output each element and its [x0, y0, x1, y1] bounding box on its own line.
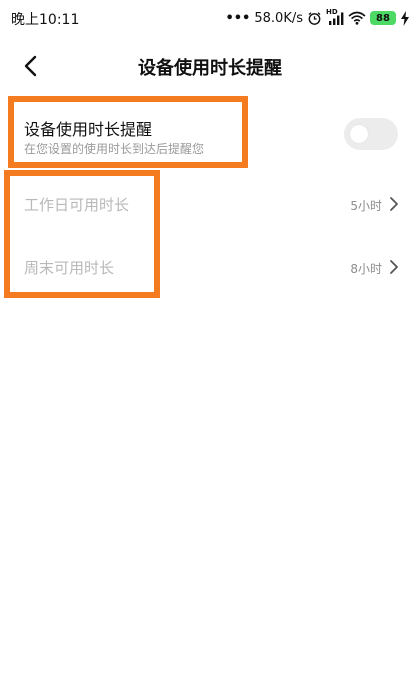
page-title: 设备使用时长提醒 — [138, 58, 282, 79]
usage-reminder-toggle[interactable] — [344, 118, 398, 150]
toggle-knob — [350, 125, 368, 143]
usage-reminder-title: 设备使用时长提醒 — [24, 120, 153, 139]
screen: 晚上10:11 ••• 58.0K/s HD 88 设备使用时长提醒 设备使用时… — [0, 0, 420, 694]
usage-reminder-subtitle: 在您设置的使用时长到达后提醒您 — [24, 142, 205, 156]
chevron-right-icon — [390, 260, 398, 274]
usage-reminder-row[interactable]: 设备使用时长提醒 在您设置的使用时长到达后提醒您 — [0, 104, 420, 164]
wifi-icon — [348, 11, 366, 25]
more-dots-icon: ••• — [225, 10, 251, 26]
status-bar: 晚上10:11 ••• 58.0K/s HD 88 — [0, 0, 420, 36]
status-indicators: ••• 58.0K/s HD 88 — [225, 8, 410, 27]
cellular-signal-icon: HD — [326, 8, 344, 26]
alarm-icon — [307, 11, 322, 26]
header: 设备使用时长提醒 — [0, 44, 420, 88]
network-speed: 58.0K/s — [254, 10, 303, 26]
battery-icon: 88 — [370, 11, 396, 25]
weekend-limit-value: 8小时 — [350, 262, 382, 276]
chevron-right-icon — [390, 197, 398, 211]
weekend-limit-label: 周末可用时长 — [24, 259, 115, 277]
charging-icon — [400, 10, 410, 26]
status-time: 晚上10:11 — [11, 12, 80, 28]
weekday-limit-row[interactable]: 工作日可用时长 5小时 — [0, 180, 420, 230]
weekday-limit-label: 工作日可用时长 — [24, 196, 130, 214]
weekday-limit-value: 5小时 — [350, 199, 382, 213]
weekend-limit-row[interactable]: 周末可用时长 8小时 — [0, 243, 420, 293]
